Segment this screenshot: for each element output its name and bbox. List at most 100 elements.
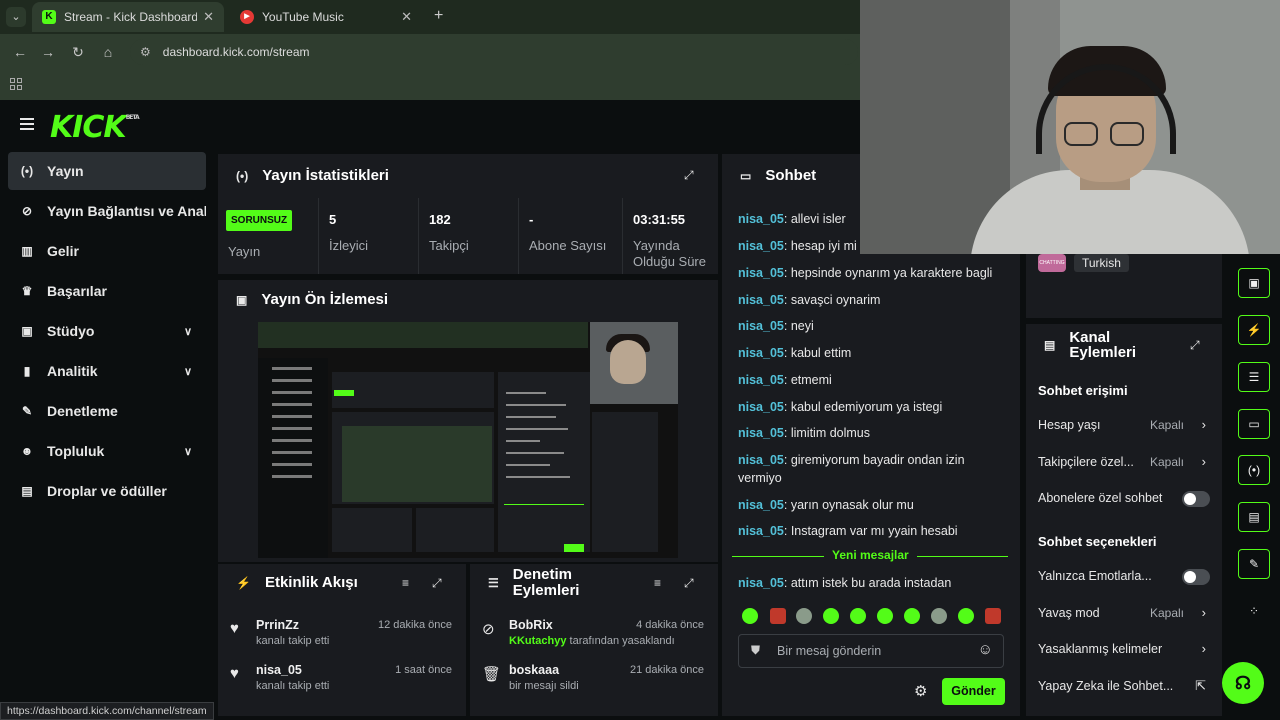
- support-headset-icon[interactable]: ☊: [1222, 662, 1264, 704]
- rail-activity-icon[interactable]: ⚡: [1238, 315, 1270, 345]
- chat-username[interactable]: nisa_05: [738, 373, 784, 387]
- chat-username[interactable]: nisa_05: [738, 239, 784, 253]
- emote-icon[interactable]: [904, 608, 920, 624]
- chat-username[interactable]: nisa_05: [738, 319, 784, 333]
- popout-icon[interactable]: ⤢: [1190, 338, 1200, 353]
- sidebar-item-denetleme[interactable]: ✎ Denetleme: [8, 392, 206, 430]
- language-tag[interactable]: Turkish: [1074, 254, 1129, 272]
- status-badge: SORUNSUZ: [226, 210, 293, 231]
- reload-icon[interactable]: ↻: [68, 42, 88, 62]
- stream-stats-title: (•) Yayın İstatistikleri: [236, 167, 389, 184]
- activity-action: kanalı takip etti: [256, 635, 330, 647]
- emote-icon[interactable]: [823, 608, 839, 624]
- popout-icon[interactable]: ⤢: [684, 576, 694, 591]
- subscribers-only-toggle[interactable]: [1182, 491, 1210, 507]
- emote-icon[interactable]: [850, 608, 866, 624]
- emote-icon[interactable]: [742, 608, 758, 624]
- activity-time: 12 dakika önce: [378, 619, 452, 631]
- tab-search-chevron-icon[interactable]: ⌄: [6, 7, 26, 27]
- banned-words-setting[interactable]: Yasaklanmış kelimeler ›: [1038, 641, 1210, 660]
- beta-label: BETA: [125, 114, 140, 121]
- studio-icon: ▣: [21, 324, 33, 338]
- emote-icon[interactable]: [796, 608, 812, 624]
- moderation-target[interactable]: BobRix: [509, 618, 553, 632]
- sidebar-item-droplar[interactable]: ▤ Droplar ve ödüller: [8, 472, 206, 510]
- home-icon[interactable]: ⌂: [98, 42, 118, 62]
- moderation-target[interactable]: boskaaa: [509, 663, 559, 677]
- rail-wrench-icon[interactable]: ✎: [1238, 549, 1270, 579]
- browser-tab-kick[interactable]: K Stream - Kick Dashboard ✕: [32, 2, 224, 32]
- channel-actions-title: ▤ Kanal Eylemleri: [1044, 329, 1137, 361]
- sidebar-item-analitik[interactable]: ▮ Analitik ∨: [8, 352, 206, 390]
- filter-icon[interactable]: ≡: [402, 576, 409, 590]
- back-icon[interactable]: ←: [10, 42, 30, 62]
- ai-chat-setting[interactable]: Yapay Zeka ile Sohbet... ⇱: [1038, 678, 1210, 697]
- chevron-right-icon: ›: [1201, 605, 1206, 620]
- slow-mode-setting[interactable]: Yavaş mod Kapalı ›: [1038, 605, 1210, 624]
- sidebar-item-studyo[interactable]: ▣ Stüdyo ∨: [8, 312, 206, 350]
- sidebar-item-label: Analitik: [47, 363, 98, 379]
- emote-icon[interactable]: [770, 608, 786, 624]
- broadcast-icon: (•): [20, 164, 34, 178]
- forward-icon[interactable]: →: [38, 42, 58, 62]
- chat-username[interactable]: nisa_05: [738, 453, 784, 467]
- emote-icon[interactable]: [985, 608, 1001, 624]
- rail-stats-icon[interactable]: (•): [1238, 455, 1270, 485]
- close-tab-icon[interactable]: ✕: [401, 9, 412, 25]
- chat-input-placeholder: Bir mesaj gönderin: [777, 644, 882, 658]
- emoji-icon[interactable]: ☺: [978, 641, 993, 658]
- emote-icon[interactable]: [931, 608, 947, 624]
- sidebar-item-yayin[interactable]: (•) Yayın: [8, 152, 206, 190]
- sidebar-item-topluluk[interactable]: ☻ Topluluk ∨: [8, 432, 206, 470]
- rail-channel-actions-icon[interactable]: ▤: [1238, 502, 1270, 532]
- chat-username[interactable]: nisa_05: [738, 293, 784, 307]
- chat-username[interactable]: nisa_05: [738, 400, 784, 414]
- sidebar-item-basarilar[interactable]: ♛ Başarılar: [8, 272, 206, 310]
- trophy-icon: ♛: [21, 284, 33, 298]
- sidebar-item-gelir[interactable]: ▥ Gelir: [8, 232, 206, 270]
- site-info-icon[interactable]: ⚙: [140, 45, 151, 59]
- filter-icon[interactable]: ≡: [654, 576, 661, 590]
- chat-message: nisa_05: yarın oynasak olur mu: [738, 498, 914, 512]
- activity-user[interactable]: nisa_05: [256, 663, 302, 677]
- chat-settings-gear-icon[interactable]: ⚙: [914, 682, 927, 700]
- followers-only-setting[interactable]: Takipçilere özel... Kapalı ›: [1038, 454, 1210, 473]
- emote-only-setting: Yalnızca Emotlarla...: [1038, 569, 1210, 587]
- rail-moderation-icon[interactable]: ☰: [1238, 362, 1270, 392]
- chat-username[interactable]: nisa_05: [738, 212, 784, 226]
- popout-icon[interactable]: ⤢: [432, 576, 442, 591]
- sidebar-item-label: Denetleme: [47, 403, 118, 419]
- emote-only-toggle[interactable]: [1182, 569, 1210, 585]
- chat-message-input[interactable]: ⛊ Bir mesaj gönderin ☺: [738, 634, 1004, 668]
- chat-username[interactable]: nisa_05: [738, 524, 784, 538]
- stream-preview-video[interactable]: [258, 322, 678, 558]
- send-button[interactable]: Gönder: [942, 678, 1005, 705]
- activity-action: kanalı takip etti: [256, 680, 330, 692]
- chat-username[interactable]: nisa_05: [738, 498, 784, 512]
- channel-icon: ▤: [1044, 338, 1056, 352]
- apps-grid-icon[interactable]: [10, 78, 22, 90]
- chat-text: kabul ettim: [790, 346, 852, 360]
- chat-username[interactable]: nisa_05: [738, 346, 784, 360]
- emote-icon[interactable]: [877, 608, 893, 624]
- popout-icon[interactable]: ⤢: [684, 168, 694, 183]
- rail-chat-icon[interactable]: ▭: [1238, 409, 1270, 439]
- heart-icon: ♥: [230, 665, 239, 682]
- address-bar[interactable]: ⚙ dashboard.kick.com/stream: [130, 39, 858, 65]
- rail-layout-icon[interactable]: ⁘: [1238, 596, 1270, 626]
- new-tab-icon[interactable]: +: [434, 7, 443, 25]
- chat-message: nisa_05: hepsinde oynarım ya karaktere b…: [738, 266, 993, 280]
- emote-icon[interactable]: [958, 608, 974, 624]
- activity-user[interactable]: PrrinZz: [256, 618, 299, 632]
- menu-icon[interactable]: [20, 118, 34, 130]
- account-age-setting[interactable]: Hesap yaşı Kapalı ›: [1038, 417, 1210, 436]
- chat-username[interactable]: nisa_05: [738, 426, 784, 440]
- chat-username[interactable]: nisa_05: [738, 266, 784, 280]
- sidebar-item-stream-key[interactable]: ⊘ Yayın Bağlantısı ve Anahtarı: [8, 192, 206, 230]
- lightning-icon: ⚡: [236, 575, 251, 590]
- kick-logo[interactable]: KICKBETA: [50, 110, 140, 145]
- browser-tab-youtube-music[interactable]: ▶ YouTube Music ✕: [230, 2, 422, 32]
- chat-message: nisa_05: attım istek bu arada instadan: [738, 576, 952, 590]
- rail-preview-icon[interactable]: ▣: [1238, 268, 1270, 298]
- close-tab-icon[interactable]: ✕: [203, 9, 214, 25]
